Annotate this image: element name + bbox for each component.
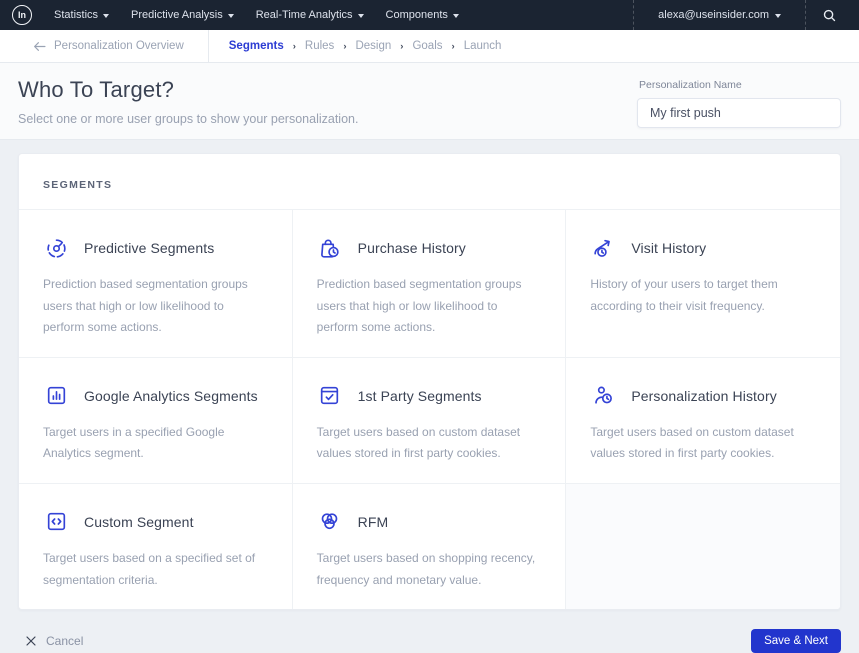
- cancel-label: Cancel: [46, 634, 84, 649]
- breadcrumb-bar: Personalization Overview Segments › Rule…: [0, 30, 859, 63]
- segment-tile-visit-history[interactable]: Visit History History of your users to t…: [566, 210, 840, 358]
- main-menu: Statistics Predictive Analysis Real-Time…: [54, 9, 633, 21]
- segments-panel: SEGMENTS Predictive Segments Prediction …: [18, 153, 841, 611]
- save-next-button[interactable]: Save & Next: [751, 629, 841, 653]
- chevron-down-icon: [452, 13, 459, 18]
- page-header: Who To Target? Select one or more user g…: [0, 63, 859, 140]
- step-launch[interactable]: Launch: [464, 40, 502, 52]
- segment-tile-predictive-segments[interactable]: Predictive Segments Prediction based seg…: [19, 210, 293, 358]
- page-title: Who To Target?: [18, 77, 175, 102]
- step-segments[interactable]: Segments: [229, 40, 284, 52]
- custom-segment-icon: [43, 509, 69, 535]
- wizard-footer: Cancel Save & Next: [0, 610, 859, 653]
- top-navbar: In Statistics Predictive Analysis Real-T…: [0, 0, 859, 30]
- personalization-name-input[interactable]: [637, 98, 841, 128]
- back-label: Personalization Overview: [54, 40, 184, 52]
- segment-description: Target users based on custom dataset val…: [316, 424, 521, 461]
- menu-item-statistics[interactable]: Statistics: [54, 9, 110, 21]
- chevron-down-icon: [103, 13, 110, 18]
- menu-item-label: Statistics: [54, 9, 99, 21]
- account-menu[interactable]: alexa@useinsider.com: [634, 0, 805, 30]
- chevron-right-icon: ›: [343, 40, 347, 52]
- segment-description: Target users in a specified Google Analy…: [43, 424, 225, 461]
- predictive-segments-icon: [43, 235, 69, 261]
- menu-item-real-time-analytics[interactable]: Real-Time Analytics: [256, 9, 364, 21]
- menu-item-label: Components: [385, 9, 448, 21]
- account-email: alexa@useinsider.com: [658, 9, 769, 21]
- segment-description: Target users based on a specified set of…: [43, 550, 256, 587]
- arrow-left-icon: [34, 41, 46, 51]
- page-subtitle: Select one or more user groups to show y…: [18, 112, 359, 126]
- chevron-right-icon: ›: [292, 40, 296, 52]
- search-icon: [823, 9, 836, 21]
- segment-tile-empty: [566, 483, 840, 610]
- segment-tile-first-party-segments[interactable]: 1st Party Segments Target users based on…: [292, 357, 567, 484]
- segment-tile-custom-segment[interactable]: Custom Segment Target users based on a s…: [19, 483, 293, 610]
- cancel-button[interactable]: Cancel: [25, 634, 83, 648]
- menu-item-label: Real-Time Analytics: [255, 9, 353, 21]
- segment-description: Prediction based segmentation groups use…: [316, 277, 522, 335]
- purchase-history-icon: [317, 235, 343, 261]
- first-party-segments-icon: [317, 383, 343, 409]
- segment-description: Target users based on shopping recency, …: [316, 550, 536, 587]
- search-button[interactable]: [806, 0, 849, 30]
- segments-panel-title: SEGMENTS: [43, 179, 113, 191]
- chevron-down-icon: [227, 13, 234, 18]
- segment-title: RFM: [357, 513, 389, 530]
- google-analytics-icon: [43, 383, 69, 409]
- segment-description: History of your users to target them acc…: [590, 277, 778, 313]
- personalization-history-icon: [590, 383, 616, 409]
- segments-grid: Predictive Segments Prediction based seg…: [19, 210, 840, 610]
- segment-tile-google-analytics-segments[interactable]: Google Analytics Segments Target users i…: [19, 357, 293, 484]
- segment-title: Predictive Segments: [84, 240, 215, 256]
- menu-item-components[interactable]: Components: [386, 9, 459, 21]
- chevron-right-icon: ›: [451, 40, 455, 52]
- rfm-icon: [317, 509, 343, 535]
- segment-tile-rfm[interactable]: RFM Target users based on shopping recen…: [292, 483, 567, 610]
- segment-title: 1st Party Segments: [357, 387, 482, 404]
- wizard-steps: Segments › Rules › Design › Goals › Laun…: [209, 30, 502, 62]
- segment-title: Custom Segment: [84, 513, 194, 530]
- chevron-down-icon: [775, 13, 781, 18]
- visit-history-icon: [590, 235, 616, 261]
- step-goals[interactable]: Goals: [412, 40, 442, 52]
- chevron-down-icon: [357, 13, 364, 18]
- insider-logo-icon[interactable]: In: [12, 5, 32, 25]
- step-design[interactable]: Design: [355, 40, 391, 52]
- personalization-name-label: Personalization Name: [639, 79, 742, 91]
- segment-title: Visit History: [631, 240, 707, 256]
- segment-tile-purchase-history[interactable]: Purchase History Prediction based segmen…: [292, 210, 567, 358]
- segment-description: Prediction based segmentation groups use…: [43, 277, 248, 335]
- segment-description: Target users based on custom dataset val…: [590, 424, 794, 461]
- step-rules[interactable]: Rules: [305, 40, 334, 52]
- segment-title: Purchase History: [357, 240, 466, 256]
- segment-title: Google Analytics Segments: [84, 387, 258, 404]
- chevron-right-icon: ›: [400, 40, 404, 52]
- back-to-personalization-overview[interactable]: Personalization Overview: [0, 30, 209, 62]
- menu-item-predictive-analysis[interactable]: Predictive Analysis: [131, 9, 234, 21]
- segment-title: Personalization History: [631, 387, 777, 404]
- segment-tile-personalization-history[interactable]: Personalization History Target users bas…: [566, 357, 840, 484]
- close-icon: [26, 636, 36, 646]
- menu-item-label: Predictive Analysis: [131, 9, 223, 21]
